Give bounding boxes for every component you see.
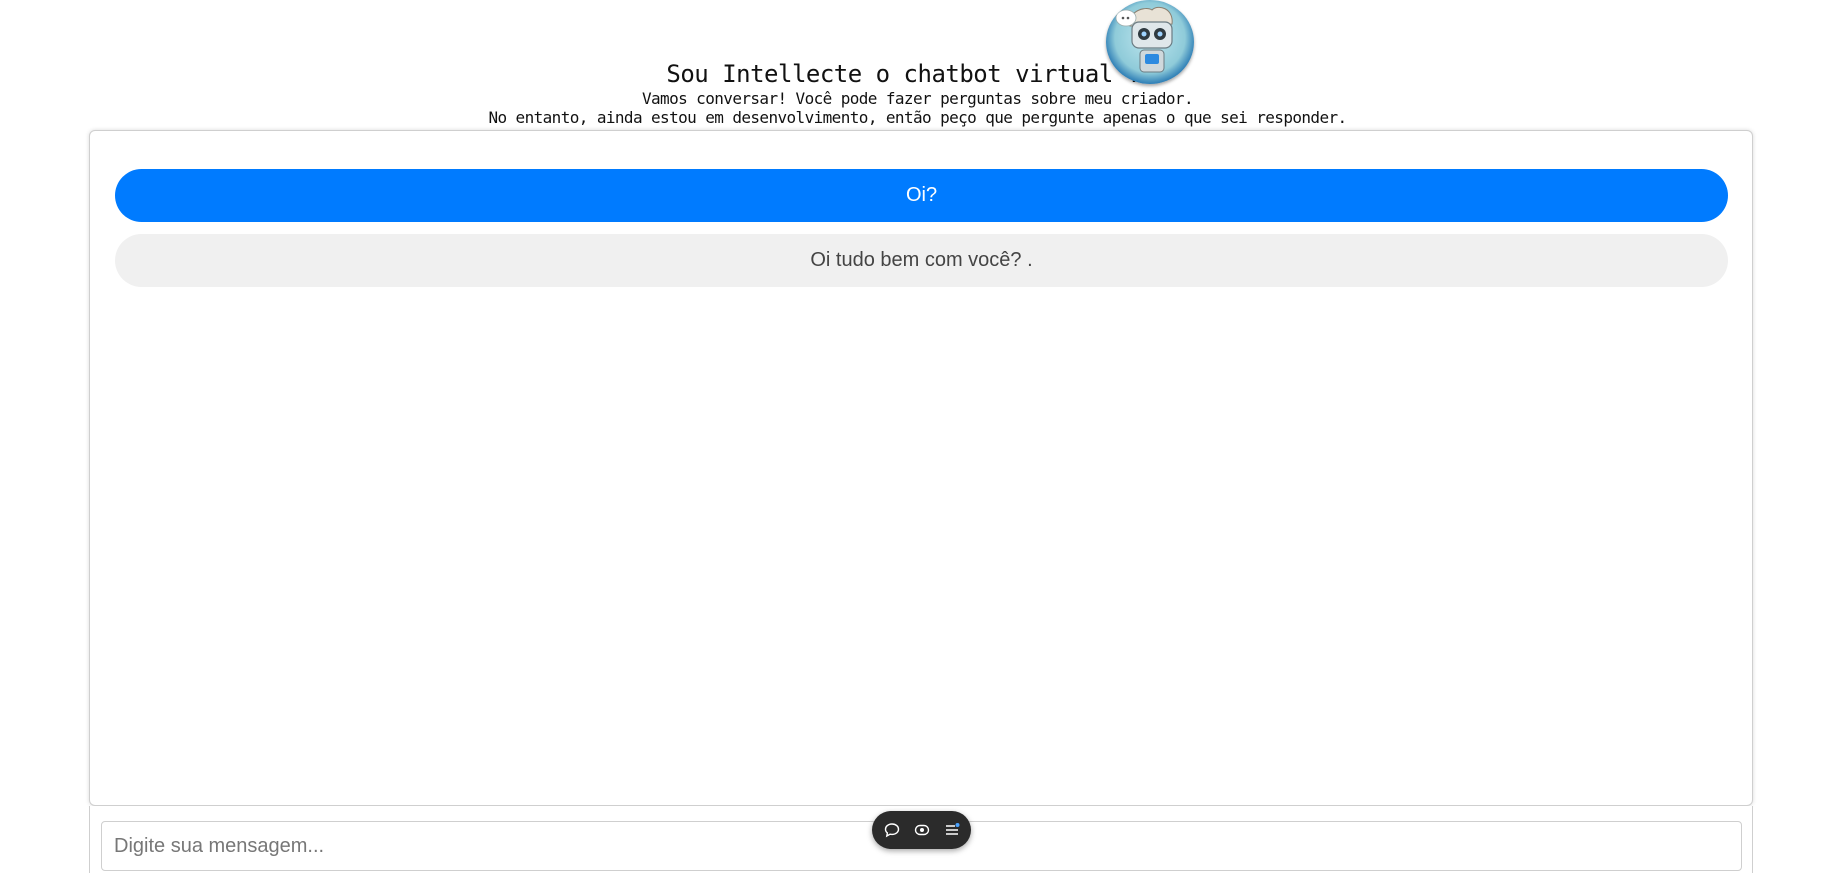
subtitle-line-1: Vamos conversar! Você pode fazer pergunt… (641, 89, 1194, 108)
eye-icon[interactable] (913, 821, 931, 839)
floating-toolbar (872, 811, 971, 849)
page-title: Sou Intellecte o chatbot virtual !!! (666, 60, 1169, 88)
subtitle-line-2: No entanto, ainda estou em desenvolvimen… (488, 108, 1347, 127)
bot-message: Oi tudo bem com você? . (115, 234, 1728, 287)
chat-messages-panel[interactable]: Oi? Oi tudo bem com você? . (89, 130, 1753, 806)
menu-lines-icon[interactable] (943, 821, 961, 839)
chat-bubble-icon[interactable] (883, 821, 901, 839)
chat-header: Sou Intellecte o chatbot virtual !!! Vam… (0, 0, 1835, 128)
robot-avatar-icon (1106, 0, 1194, 84)
user-message: Oi? (115, 169, 1728, 222)
